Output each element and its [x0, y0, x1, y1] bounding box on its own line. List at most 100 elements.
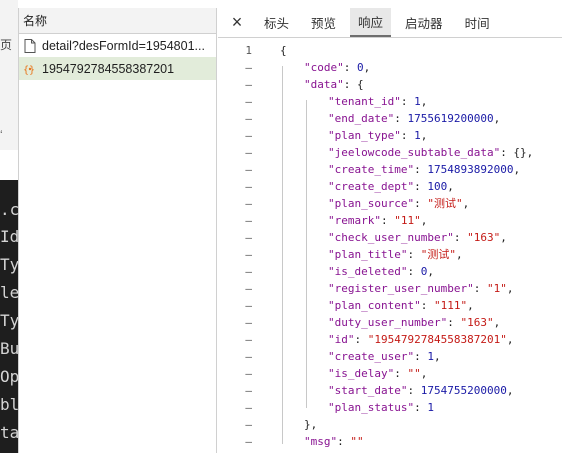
json-punctuation: : — [394, 112, 408, 125]
line-content: "code": 0, — [304, 59, 370, 76]
json-key: "duty_user_number" — [328, 316, 448, 329]
line-number: – — [245, 384, 252, 397]
line-content: "plan_status": 1 — [328, 399, 434, 416]
json-punctuation: : — [420, 299, 434, 312]
json-punctuation: : — [400, 129, 415, 142]
tab-timing[interactable]: 时间 — [457, 8, 498, 37]
request-row-detail[interactable]: detail?desFormId=1954801... — [19, 34, 216, 57]
request-list: 名称 detail?desFormId=1954801... {} 195479… — [19, 8, 217, 453]
close-icon[interactable]: × — [218, 8, 256, 37]
line-content: "data": { — [304, 76, 364, 93]
response-line: – "plan_type": 1, — [218, 127, 562, 144]
json-key: "check_user_number" — [328, 231, 454, 244]
line-number: – — [245, 214, 252, 227]
json-punctuation: , — [462, 197, 470, 210]
json-punctuation: { — [280, 44, 287, 57]
json-value: 1754755200000 — [420, 384, 507, 397]
detail-tab-bar: × 标头 预览 响应 启动器 时间 — [218, 8, 562, 38]
response-line: – "create_dept": 100, — [218, 178, 562, 195]
line-number: – — [245, 333, 252, 346]
json-punctuation: : — [414, 401, 428, 414]
response-line: – "jeelowcode_subtable_data": {}, — [218, 144, 562, 161]
line-number: – — [245, 248, 252, 261]
json-value: 1 — [414, 95, 421, 108]
response-body[interactable]: 1{– "code": 0, – "data": {– "tenant_id": 1, –… — [218, 39, 562, 453]
json-punctuation: : — [400, 95, 415, 108]
json-punctuation: : — [394, 367, 408, 380]
tab-headers[interactable]: 标头 — [256, 8, 297, 37]
json-punctuation: , — [493, 316, 501, 329]
json-key: "is_deleted" — [328, 265, 408, 278]
background-text-fragment: ʻ — [0, 128, 3, 142]
json-key: "msg" — [304, 435, 338, 448]
json-punctuation: , — [420, 214, 428, 227]
column-header-name[interactable]: 名称 — [19, 8, 216, 34]
json-punctuation: : — [414, 197, 428, 210]
json-punctuation: , — [447, 180, 454, 193]
response-line: – "register_user_number": "1", — [218, 280, 562, 297]
json-punctuation: , — [427, 265, 434, 278]
json-key: "jeelowcode_subtable_data" — [328, 146, 501, 159]
line-content: "is_delay": "", — [328, 365, 427, 382]
json-key: "create_dept" — [328, 180, 415, 193]
line-number: – — [245, 129, 252, 142]
json-punctuation: : — [447, 316, 461, 329]
response-line: 1{ — [218, 42, 562, 59]
svg-text:{}: {} — [23, 65, 35, 75]
response-line: – "is_deleted": 0, — [218, 263, 562, 280]
json-key: "data" — [304, 78, 344, 91]
json-value: 1 — [427, 350, 434, 363]
json-punctuation: , — [433, 350, 441, 363]
line-number: – — [245, 367, 252, 380]
line-content: "check_user_number": "163", — [328, 229, 507, 246]
json-value: 0 — [357, 61, 364, 74]
line-number: – — [245, 418, 252, 431]
json-punctuation: : — [407, 248, 421, 261]
json-punctuation: : — [453, 231, 468, 244]
json-punctuation: , — [493, 112, 501, 125]
json-icon: {} — [23, 62, 37, 76]
line-content: "msg": "" — [304, 433, 364, 450]
line-number: – — [245, 282, 252, 295]
line-number: – — [245, 78, 252, 91]
json-value: 1 — [414, 129, 421, 142]
json-punctuation: : — [414, 163, 428, 176]
line-content: "plan_title": "测试", — [328, 246, 463, 263]
json-punctuation: }, — [304, 418, 318, 431]
json-punctuation: , — [455, 248, 463, 261]
json-key: "plan_type" — [328, 129, 401, 142]
tab-preview[interactable]: 预览 — [303, 8, 344, 37]
response-line: – "msg": "" — [218, 433, 562, 450]
json-value: 100 — [427, 180, 448, 193]
request-name: 1954792784558387201 — [42, 61, 175, 76]
tab-response[interactable]: 响应 — [350, 8, 392, 37]
background-text-fragment: 页 — [0, 38, 13, 52]
response-line: – "duty_user_number": "163", — [218, 314, 562, 331]
background-code-editor: .c Id Ty le Ty Bu Op bl ta — [0, 180, 18, 453]
response-line: – "check_user_number": "163", — [218, 229, 562, 246]
line-content: "id": "1954792784558387201", — [328, 331, 513, 348]
json-value: 1 — [427, 401, 434, 414]
json-punctuation: , — [506, 282, 514, 295]
line-content: { — [280, 42, 287, 59]
json-punctuation: , — [420, 95, 428, 108]
json-punctuation: , — [420, 129, 428, 142]
line-number: – — [245, 401, 252, 414]
response-line: – "plan_content": "111", — [218, 297, 562, 314]
response-line: – "plan_title": "测试", — [218, 246, 562, 263]
line-content: "end_date": 1755619200000, — [328, 110, 500, 127]
json-punctuation: : — [337, 435, 351, 448]
json-value: 1755619200000 — [407, 112, 494, 125]
line-content: "plan_content": "111", — [328, 297, 474, 314]
request-row-selected[interactable]: {} 1954792784558387201 — [19, 57, 216, 80]
json-punctuation: : — [414, 180, 428, 193]
json-value: "163" — [460, 316, 494, 329]
json-punctuation: , — [363, 61, 371, 74]
line-number: – — [245, 61, 252, 74]
line-number: – — [245, 265, 252, 278]
response-line: – "create_time": 1754893892000, — [218, 161, 562, 178]
line-content: "tenant_id": 1, — [328, 93, 427, 110]
tab-initiator[interactable]: 启动器 — [397, 8, 451, 37]
json-key: "register_user_number" — [328, 282, 474, 295]
background-code-fragment: .c — [0, 200, 18, 219]
